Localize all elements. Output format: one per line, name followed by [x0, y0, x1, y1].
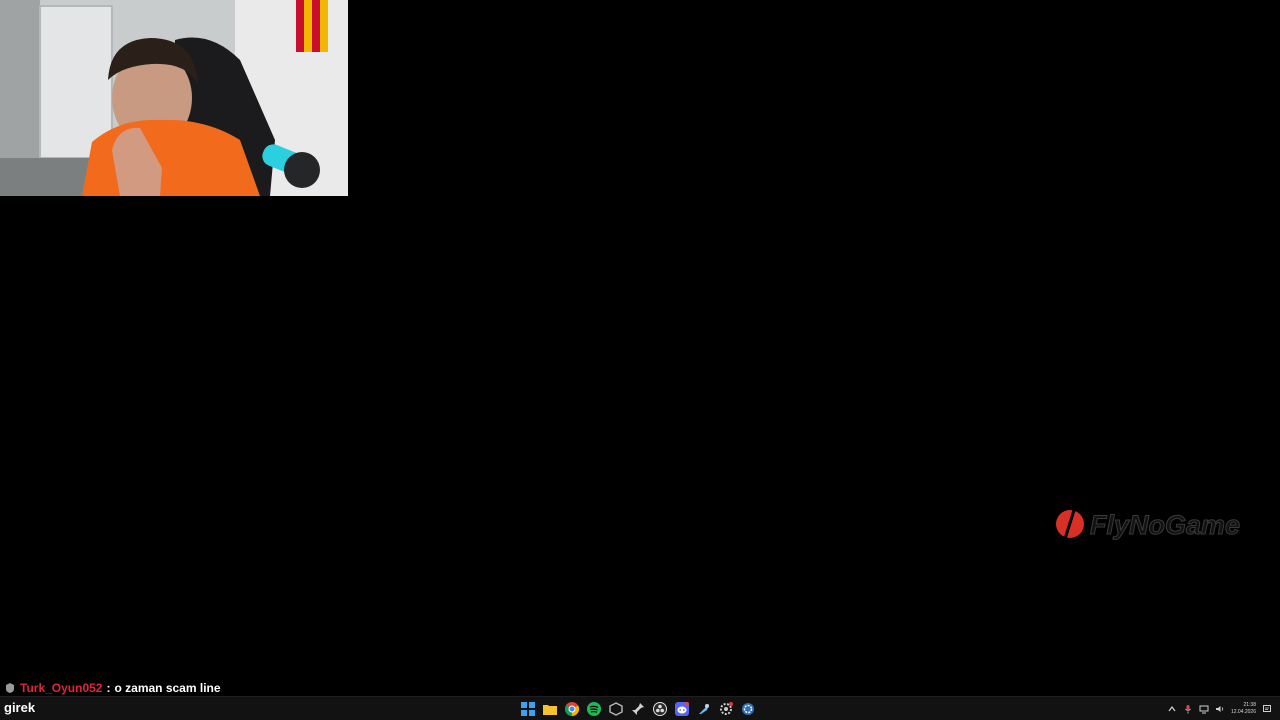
chat-message-text: o zaman scam line: [114, 681, 221, 695]
webcam-overlay: [0, 0, 348, 196]
spotify-icon[interactable]: [586, 701, 602, 717]
discord-icon[interactable]: [674, 701, 690, 717]
chat-username[interactable]: Turk_Oyun052: [20, 681, 102, 695]
clock-date: 12.04.2026: [1230, 709, 1256, 715]
microphone-icon[interactable]: [1183, 704, 1193, 714]
windows-taskbar: girek 21:38 12.04.2026: [0, 696, 1280, 720]
chrome-icon[interactable]: [564, 701, 580, 717]
chat-separator: :: [106, 681, 111, 695]
app-settings-icon[interactable]: [740, 701, 756, 717]
webcam-feed-image: [0, 0, 348, 196]
steam-icon[interactable]: [696, 701, 712, 717]
app-gear-icon[interactable]: [718, 701, 734, 717]
watermark-text: FlyNoGame: [1090, 510, 1240, 540]
system-tray: 21:38 12.04.2026: [1167, 699, 1272, 719]
flynogame-logo-icon: [1056, 503, 1084, 543]
chat-input-text[interactable]: girek: [4, 700, 35, 715]
chat-badge-icon: [4, 682, 16, 694]
taskbar-clock[interactable]: 21:38 12.04.2026: [1231, 702, 1256, 716]
volume-icon[interactable]: [1215, 704, 1225, 714]
channel-watermark: FlyNoGame: [1054, 500, 1254, 548]
obs-icon[interactable]: [652, 701, 668, 717]
chevron-up-icon[interactable]: [1167, 704, 1177, 714]
app-cube-icon[interactable]: [608, 701, 624, 717]
file-explorer-icon[interactable]: [542, 701, 558, 717]
notification-icon[interactable]: [1262, 704, 1272, 714]
pin-icon[interactable]: [630, 701, 646, 717]
clock-time: 21:38: [1243, 702, 1256, 708]
chat-message: Turk_Oyun052 : o zaman scam line: [4, 680, 221, 696]
taskbar-apps: [520, 699, 756, 719]
windows-start-icon[interactable]: [520, 701, 536, 717]
network-icon[interactable]: [1199, 704, 1209, 714]
